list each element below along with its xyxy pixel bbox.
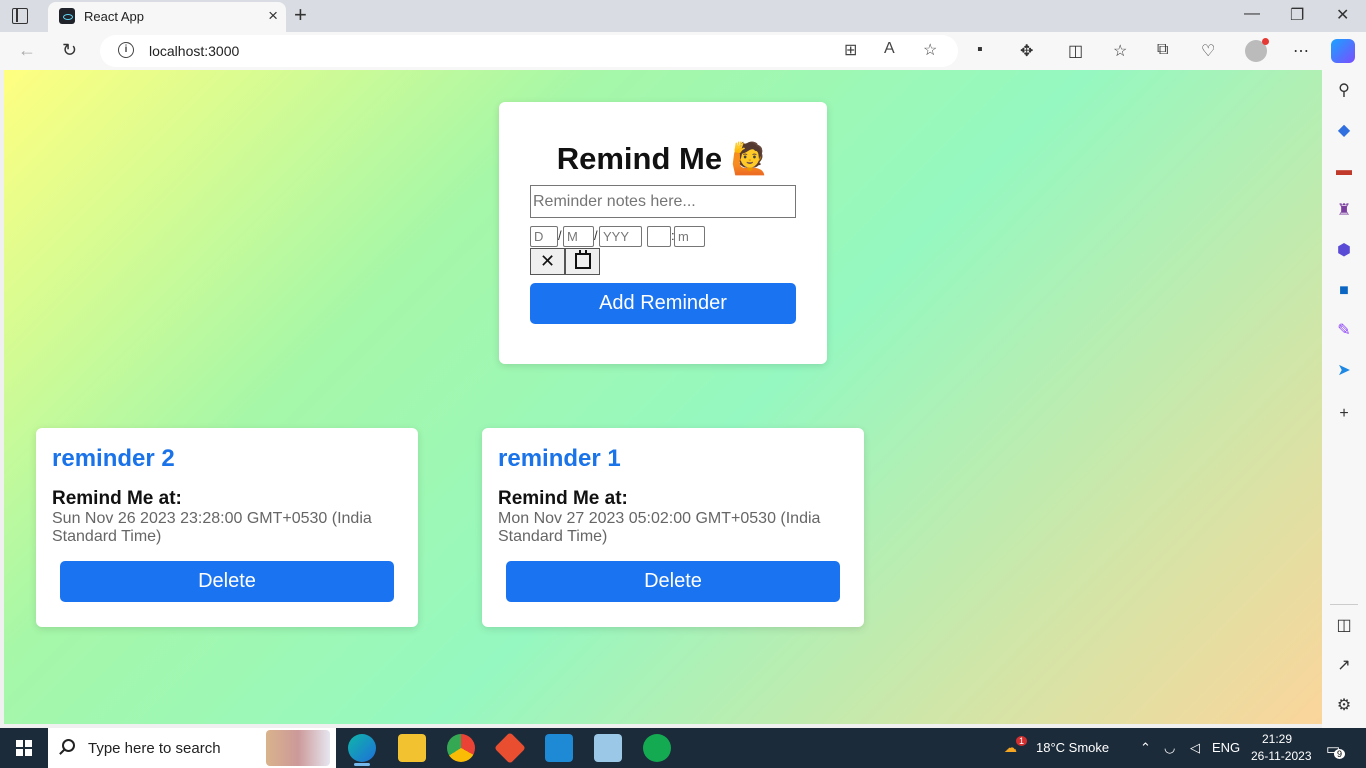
- hide-sidebar-icon[interactable]: ◫: [1334, 616, 1354, 636]
- delete-button[interactable]: Delete: [506, 561, 840, 602]
- reminder-form-card: Remind Me 🙋 D / M / YYY : m ✕ Add Remind…: [499, 102, 827, 364]
- year-field[interactable]: YYY: [599, 226, 642, 247]
- remind-at-label: Remind Me at:: [498, 488, 628, 509]
- hour-field[interactable]: [647, 226, 671, 247]
- reminder-card: reminder 2 Remind Me at: Sun Nov 26 2023…: [36, 428, 418, 627]
- search-highlight-image: [266, 730, 330, 766]
- back-icon[interactable]: ←: [18, 40, 36, 61]
- app-page: Remind Me 🙋 D / M / YYY : m ✕ Add Remind…: [4, 70, 1322, 724]
- address-bar[interactable]: i localhost:3000 ⊞ A ☆: [100, 35, 958, 67]
- date-separator: /: [558, 228, 562, 243]
- edge-taskbar-icon[interactable]: [348, 734, 376, 766]
- sidebar-divider: [1330, 604, 1358, 605]
- restore-button[interactable]: ❐: [1290, 5, 1304, 25]
- language-indicator[interactable]: ENG: [1212, 740, 1240, 755]
- calendar-button[interactable]: [565, 248, 600, 275]
- add-reminder-button[interactable]: Add Reminder: [530, 283, 796, 324]
- microsoft-365-icon[interactable]: ⬢: [1334, 241, 1354, 261]
- collections-icon[interactable]: ⧉: [1157, 41, 1168, 59]
- reminder-title: reminder 2: [52, 445, 175, 472]
- browser-tab[interactable]: React App ×: [48, 2, 286, 32]
- close-tab-button[interactable]: ×: [268, 6, 278, 26]
- apps-icon[interactable]: ⊞: [844, 40, 857, 60]
- notification-count: 9: [1334, 749, 1346, 759]
- send-icon[interactable]: ➤: [1334, 361, 1354, 381]
- open-external-icon[interactable]: ↗: [1334, 656, 1354, 676]
- chevron-up-icon[interactable]: ⌃: [1140, 740, 1151, 756]
- search-icon[interactable]: ⚲: [1334, 81, 1354, 101]
- react-favicon-icon: [59, 8, 75, 24]
- volume-icon[interactable]: ◁: [1190, 740, 1200, 756]
- extension-app-icon[interactable]: ▪: [977, 41, 983, 59]
- date-separator: /: [594, 228, 598, 243]
- add-icon[interactable]: +: [1334, 404, 1354, 424]
- outlook-icon[interactable]: ■: [1334, 281, 1354, 301]
- favorites-icon[interactable]: ☆: [1113, 41, 1127, 61]
- close-window-button[interactable]: ✕: [1336, 5, 1349, 25]
- weather-badge: 1: [1016, 736, 1028, 746]
- weather-text[interactable]: 18°C Smoke: [1036, 740, 1109, 755]
- clock-date[interactable]: 26-11-2023: [1251, 749, 1312, 763]
- taskbar-search-placeholder: Type here to search: [88, 740, 221, 757]
- windows-start-icon[interactable]: [16, 740, 32, 756]
- reminder-title: reminder 1: [498, 445, 621, 472]
- reminder-card: reminder 1 Remind Me at: Mon Nov 27 2023…: [482, 428, 864, 627]
- designer-icon[interactable]: ✎: [1334, 321, 1354, 341]
- refresh-icon[interactable]: ↻: [62, 40, 77, 61]
- chrome-icon[interactable]: [447, 734, 475, 762]
- info-icon[interactable]: i: [118, 42, 134, 58]
- url-text[interactable]: localhost:3000: [149, 43, 239, 59]
- reminder-time: Sun Nov 26 2023 23:28:00 GMT+0530 (India…: [52, 510, 372, 545]
- delete-button[interactable]: Delete: [60, 561, 394, 602]
- favorite-star-icon[interactable]: ☆: [923, 40, 937, 60]
- notepad-icon[interactable]: [594, 734, 622, 762]
- minute-field[interactable]: m: [674, 226, 705, 247]
- calendar-icon: [575, 250, 591, 269]
- mongodb-icon[interactable]: [643, 734, 671, 762]
- tab-title: React App: [84, 9, 144, 24]
- browser-essentials-icon[interactable]: ♡: [1201, 41, 1215, 61]
- tab-actions-icon[interactable]: [12, 8, 28, 24]
- git-icon[interactable]: [494, 732, 526, 764]
- copilot-icon[interactable]: [1331, 39, 1355, 63]
- extensions-icon[interactable]: ✥: [1020, 41, 1033, 61]
- vscode-icon[interactable]: [545, 734, 573, 762]
- reminder-time: Mon Nov 27 2023 05:02:00 GMT+0530 (India…: [498, 510, 821, 545]
- month-field[interactable]: M: [563, 226, 594, 247]
- split-screen-icon[interactable]: ◫: [1068, 41, 1083, 61]
- clear-date-button[interactable]: ✕: [530, 248, 565, 275]
- remind-at-label: Remind Me at:: [52, 488, 182, 509]
- games-icon[interactable]: ♜: [1334, 201, 1354, 221]
- close-icon: ✕: [539, 251, 556, 271]
- taskbar: Type here to search ☁ 1 18°C Smoke ⌃ ◡ ◁…: [0, 728, 1366, 768]
- new-tab-button[interactable]: +: [294, 2, 307, 28]
- reminder-notes-input[interactable]: [530, 185, 796, 218]
- app-title: Remind Me 🙋: [556, 141, 770, 176]
- more-menu-icon[interactable]: ⋯: [1293, 41, 1309, 61]
- day-field[interactable]: D: [530, 226, 558, 247]
- navigation-bar: ← ↻ i localhost:3000 ⊞ A ☆ ▪ ✥ ◫ ☆ ⧉ ♡ ⋯: [0, 32, 1366, 70]
- minimize-button[interactable]: —: [1244, 5, 1260, 23]
- read-aloud-icon[interactable]: A: [884, 40, 895, 58]
- network-icon[interactable]: ◡: [1164, 740, 1175, 756]
- settings-gear-icon[interactable]: ⚙: [1334, 696, 1354, 716]
- profile-avatar[interactable]: [1245, 38, 1269, 62]
- tools-icon[interactable]: ▬: [1334, 161, 1354, 181]
- weather-icon[interactable]: ☁: [1004, 740, 1017, 756]
- edge-sidebar: ⚲ ◆ ▬ ♜ ⬢ ■ ✎ ➤ + ◫ ↗ ⚙: [1322, 70, 1366, 728]
- taskbar-search-box[interactable]: Type here to search: [48, 728, 336, 768]
- shopping-tag-icon[interactable]: ◆: [1334, 121, 1354, 141]
- search-icon: [62, 739, 75, 752]
- tab-strip: React App × + — ❐ ✕: [0, 0, 1366, 32]
- clock-time[interactable]: 21:29: [1262, 732, 1292, 746]
- file-explorer-icon[interactable]: [398, 734, 426, 762]
